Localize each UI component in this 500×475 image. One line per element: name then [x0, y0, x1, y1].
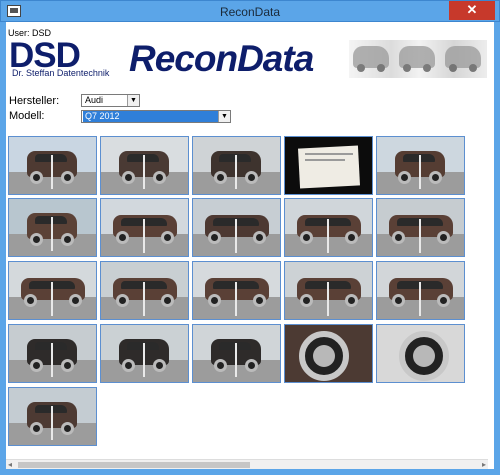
photo-thumbnail[interactable] [376, 198, 465, 257]
car-photo [101, 262, 188, 319]
photo-thumbnail[interactable] [8, 324, 97, 383]
car-photo [377, 262, 464, 319]
photo-thumbnail[interactable] [284, 324, 373, 383]
photo-thumbnail[interactable] [284, 136, 373, 195]
car-photo [9, 325, 96, 382]
banner-logo: DSD Dr. Steffan Datentechnik ReconData [9, 38, 487, 80]
window-title: ReconData [219, 5, 281, 19]
chevron-down-icon[interactable]: ▼ [218, 111, 230, 122]
car-photo [193, 262, 280, 319]
manufacturer-value: Audi [85, 95, 104, 105]
model-label: Modell: [9, 110, 45, 122]
photo-thumbnail[interactable] [8, 387, 97, 446]
photo-thumbnail[interactable] [8, 261, 97, 320]
chevron-down-icon[interactable]: ▼ [127, 95, 139, 106]
manufacturer-select[interactable]: Audi ▼ [81, 94, 140, 107]
banner-car-graphic [349, 40, 487, 78]
car-photo [193, 137, 280, 194]
scrollbar-thumb[interactable] [18, 462, 250, 468]
car-photo [377, 325, 464, 382]
car-photo [285, 325, 372, 382]
photo-thumbnail[interactable] [100, 324, 189, 383]
car-photo [377, 199, 464, 256]
car-photo [285, 137, 372, 194]
photo-thumbnail[interactable] [192, 136, 281, 195]
photo-thumbnail[interactable] [8, 198, 97, 257]
user-label: User: DSD [8, 28, 52, 38]
manufacturer-label: Hersteller: [9, 95, 60, 107]
car-photo [193, 325, 280, 382]
car-photo [101, 199, 188, 256]
model-value: Q7 2012 [83, 111, 218, 122]
close-button[interactable]: ✕ [449, 1, 495, 20]
photo-thumbnail[interactable] [376, 261, 465, 320]
photo-thumbnail[interactable] [100, 198, 189, 257]
photo-thumbnail[interactable] [376, 136, 465, 195]
photo-thumbnail[interactable] [376, 324, 465, 383]
car-photo [285, 199, 372, 256]
car-photo [9, 137, 96, 194]
car-photo [285, 262, 372, 319]
photo-thumbnail[interactable] [8, 136, 97, 195]
photo-thumbnail[interactable] [192, 198, 281, 257]
photo-thumbnail[interactable] [284, 261, 373, 320]
photo-thumbnail[interactable] [100, 261, 189, 320]
scroll-right-icon[interactable]: ▸ [482, 460, 486, 469]
brand-subtitle: Dr. Steffan Datentechnik [12, 68, 110, 78]
model-select[interactable]: Q7 2012 ▼ [81, 110, 231, 123]
car-photo [101, 325, 188, 382]
product-name: ReconData [129, 38, 314, 79]
car-photo [9, 262, 96, 319]
horizontal-scrollbar[interactable]: ◂ ▸ [6, 459, 488, 469]
car-photo [9, 199, 96, 256]
photo-thumbnail[interactable] [100, 136, 189, 195]
car-photo [377, 137, 464, 194]
scroll-left-icon[interactable]: ◂ [8, 460, 12, 469]
photo-thumbnail[interactable] [284, 198, 373, 257]
car-photo [9, 388, 96, 445]
photo-thumbnail[interactable] [192, 261, 281, 320]
photo-thumbnail[interactable] [192, 324, 281, 383]
car-photo [193, 199, 280, 256]
car-photo [101, 137, 188, 194]
title-bar: ReconData ✕ [0, 0, 500, 22]
